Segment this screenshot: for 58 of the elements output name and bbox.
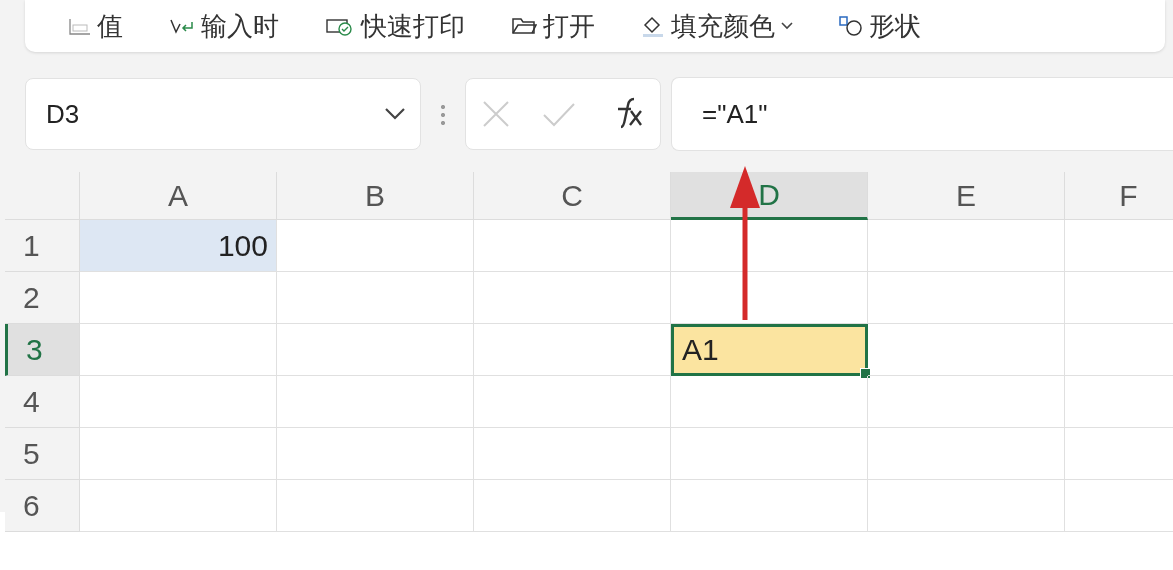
table-cell[interactable]: [277, 272, 474, 324]
table-cell[interactable]: [277, 376, 474, 428]
drag-handle-icon[interactable]: [441, 103, 445, 125]
table-cell[interactable]: A1: [671, 324, 868, 376]
toolbar-button[interactable]: 快速打印: [325, 8, 465, 44]
table-cell[interactable]: [474, 272, 671, 324]
table-cell[interactable]: [868, 220, 1065, 272]
formula-field[interactable]: ="A1": [671, 77, 1173, 151]
row-header[interactable]: 5: [5, 428, 80, 480]
table-cell[interactable]: [868, 324, 1065, 376]
name-box[interactable]: D3: [25, 78, 421, 150]
table-cell[interactable]: [277, 324, 474, 376]
cell-reference: D3: [46, 98, 80, 130]
shapes-icon: [839, 15, 863, 37]
table-cell[interactable]: [671, 220, 868, 272]
toolbar-button[interactable]: 输入时: [169, 8, 279, 44]
toolbar-button[interactable]: 打开: [511, 8, 595, 44]
table-cell[interactable]: [671, 428, 868, 480]
table-cell[interactable]: [868, 480, 1065, 532]
table-cell[interactable]: [277, 220, 474, 272]
table-cell[interactable]: [277, 428, 474, 480]
row-header[interactable]: 1: [5, 220, 80, 272]
toolbar-button[interactable]: 填充颜色: [641, 8, 793, 44]
table-cell[interactable]: [868, 376, 1065, 428]
column-header[interactable]: E: [868, 172, 1065, 220]
table-cell[interactable]: [80, 376, 277, 428]
table-cell[interactable]: [474, 220, 671, 272]
table-cell[interactable]: [80, 272, 277, 324]
column-header[interactable]: C: [474, 172, 671, 220]
column-header[interactable]: B: [277, 172, 474, 220]
table-cell[interactable]: [474, 428, 671, 480]
column-header[interactable]: D: [671, 172, 868, 220]
number-format-icon: [69, 17, 91, 35]
row-header[interactable]: 6: [5, 480, 80, 532]
paint-bucket-icon: [641, 15, 665, 37]
table-cell[interactable]: 100: [80, 220, 277, 272]
table-cell[interactable]: [868, 272, 1065, 324]
cancel-icon[interactable]: [481, 99, 512, 129]
toolbar-button[interactable]: 值: [69, 8, 123, 44]
table-cell[interactable]: [671, 376, 868, 428]
folder-icon: [511, 16, 537, 36]
table-cell[interactable]: [80, 428, 277, 480]
fill-handle[interactable]: [860, 368, 871, 379]
table-cell[interactable]: [474, 480, 671, 532]
table-cell[interactable]: [80, 480, 277, 532]
table-cell[interactable]: [671, 480, 868, 532]
toolbar-button[interactable]: 形状: [839, 8, 921, 44]
table-cell[interactable]: [277, 480, 474, 532]
row-header[interactable]: 4: [5, 376, 80, 428]
table-cell[interactable]: [868, 428, 1065, 480]
column-header[interactable]: F: [1065, 172, 1173, 220]
check-icon[interactable]: [542, 101, 576, 127]
column-header[interactable]: A: [80, 172, 277, 220]
row-header[interactable]: 3: [5, 324, 80, 376]
table-cell[interactable]: [80, 324, 277, 376]
chevron-down-icon[interactable]: [384, 107, 406, 121]
table-cell[interactable]: [474, 376, 671, 428]
row-header[interactable]: 2: [5, 272, 80, 324]
